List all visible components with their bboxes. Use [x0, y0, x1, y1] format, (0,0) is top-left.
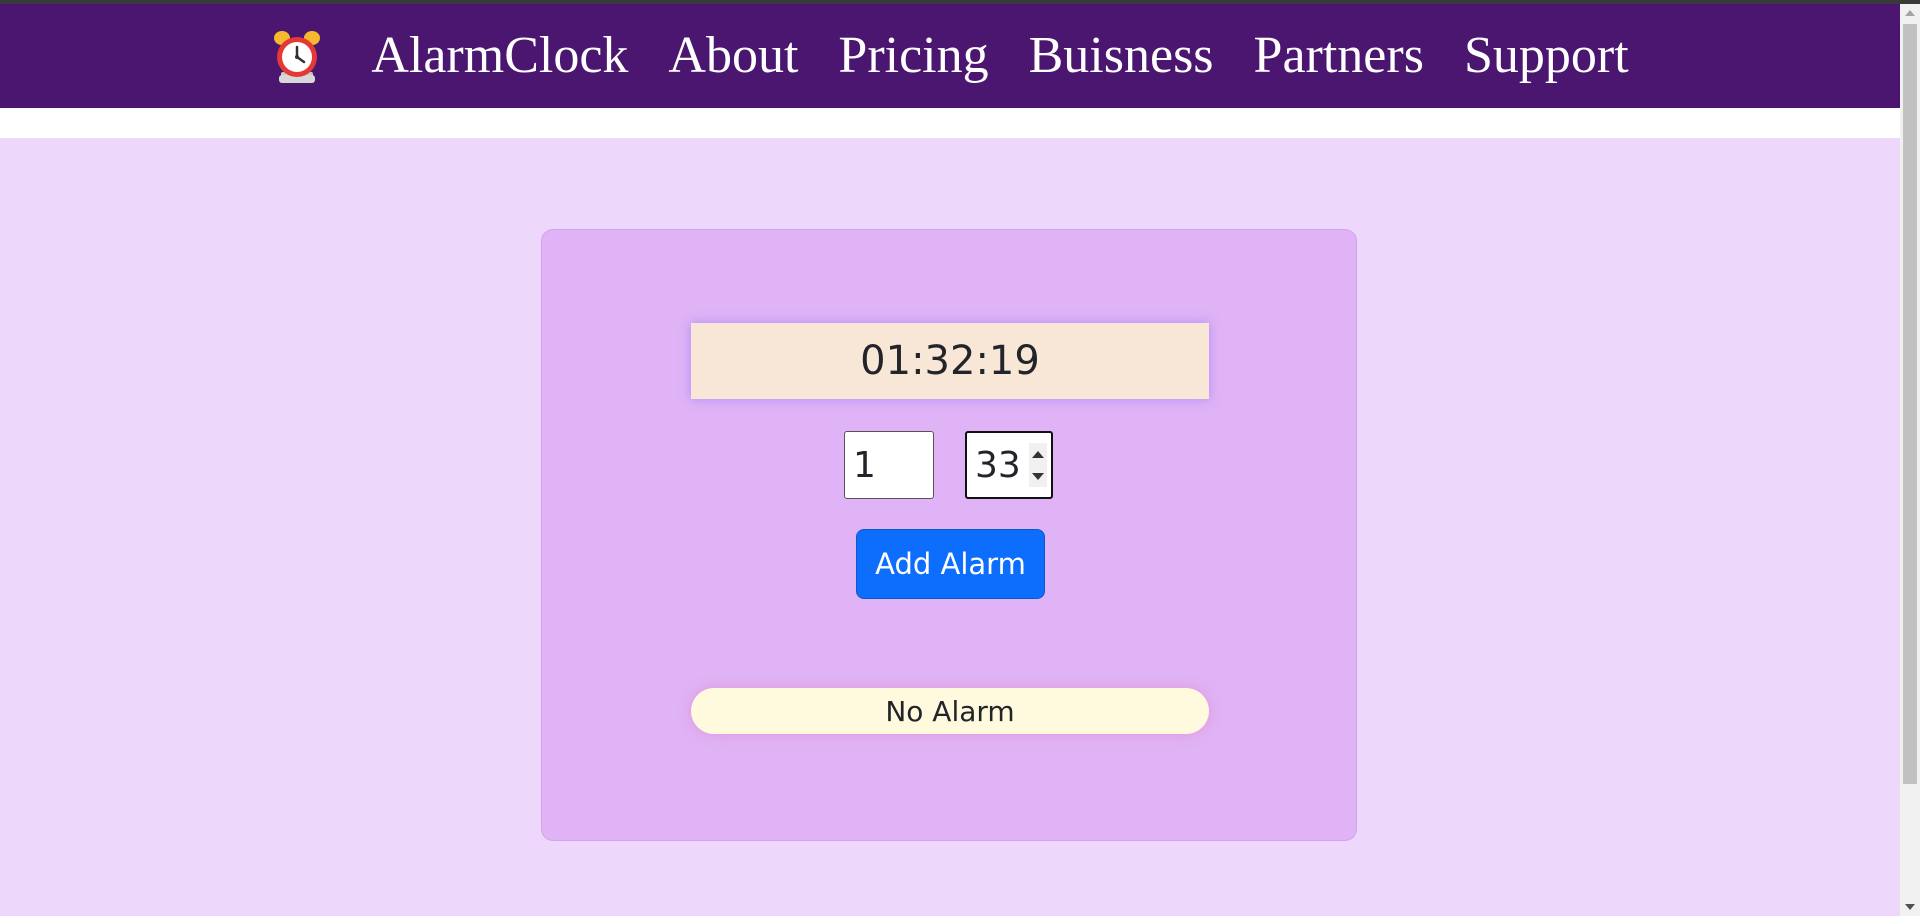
current-time-display: 01:32:19 [691, 323, 1209, 399]
nav-link-partners[interactable]: Partners [1254, 30, 1424, 82]
nav-spacer [0, 108, 1900, 138]
nav-link-pricing[interactable]: Pricing [838, 30, 988, 82]
vertical-scrollbar[interactable] [1900, 4, 1920, 916]
nav-container: AlarmClock About Pricing Buisness Partne… [271, 28, 1629, 84]
minute-input-wrapper [965, 431, 1053, 499]
alarm-time-inputs [542, 431, 1358, 501]
spin-down-icon[interactable] [1032, 472, 1044, 480]
nav-link-buisness[interactable]: Buisness [1029, 30, 1214, 82]
alarm-clock-icon[interactable] [271, 28, 323, 84]
add-alarm-button[interactable]: Add Alarm [856, 529, 1045, 599]
alarm-card: 01:32:19 Add Alarm No Alarm [541, 229, 1357, 841]
scroll-down-icon[interactable] [1905, 904, 1915, 910]
scroll-up-icon[interactable] [1905, 10, 1915, 16]
nav-link-alarmclock[interactable]: AlarmClock [371, 30, 628, 82]
nav-link-about[interactable]: About [668, 30, 798, 82]
top-navbar: AlarmClock About Pricing Buisness Partne… [0, 4, 1900, 108]
hour-input[interactable] [844, 431, 934, 499]
scrollbar-thumb[interactable] [1903, 24, 1917, 784]
spin-up-icon[interactable] [1032, 450, 1044, 458]
alarm-status-label: No Alarm [691, 688, 1209, 734]
main-content: 01:32:19 Add Alarm No Alarm [0, 138, 1900, 916]
minute-spinner[interactable] [1029, 443, 1047, 487]
nav-link-support[interactable]: Support [1464, 30, 1629, 82]
